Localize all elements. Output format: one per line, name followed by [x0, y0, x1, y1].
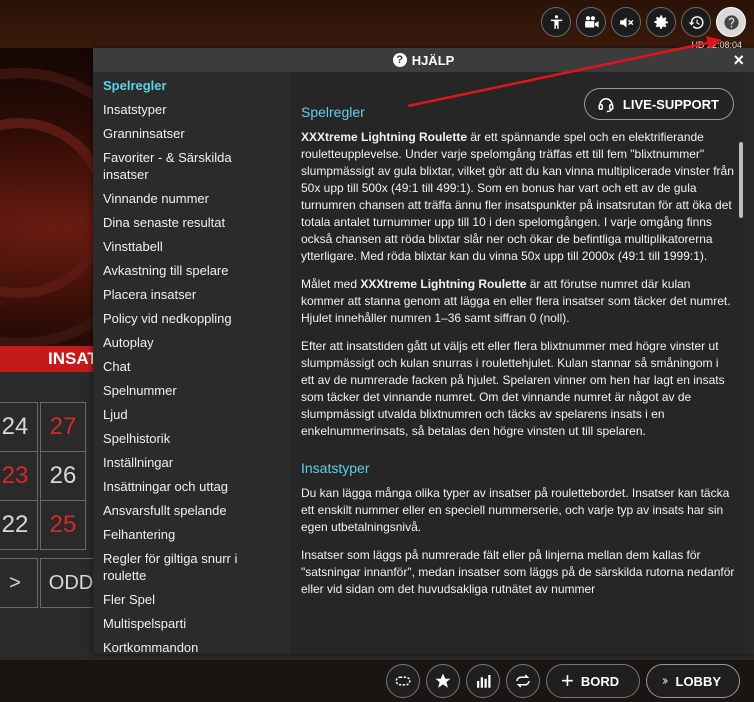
help-nav-item[interactable]: Vinsttabell — [93, 238, 290, 255]
settings-button[interactable] — [646, 7, 676, 37]
accessibility-icon — [550, 14, 562, 29]
help-nav-item[interactable]: Spelhistorik — [93, 430, 290, 447]
bet-types-paragraph: Du kan lägga många olika typer av insats… — [301, 486, 730, 534]
lobby-chevron-icon — [662, 678, 668, 684]
lobby-button[interactable]: LOBBY — [646, 664, 740, 698]
help-panel-title: HJÄLP — [411, 52, 455, 68]
help-panel-header: ? HJÄLP × — [93, 48, 754, 72]
goal-prefix: Målet med — [301, 277, 361, 291]
favourite-star-icon — [435, 673, 451, 688]
clock: HD 22:08:04 — [691, 40, 742, 50]
help-nav-item[interactable]: Fler Spel — [93, 591, 290, 608]
help-nav-item[interactable]: Regler för giltiga snurr i roulette — [93, 550, 290, 584]
repeat-button[interactable] — [506, 664, 540, 698]
gear-icon — [653, 14, 668, 29]
chip-button[interactable] — [386, 664, 420, 698]
clock-time: 22:08:04 — [706, 40, 742, 50]
section-title-bet-types: Insatstyper — [301, 460, 370, 476]
spin-paragraph: Efter att insatstiden gått ut väljs ett … — [301, 339, 725, 438]
chip-stack-icon — [395, 676, 411, 686]
help-nav-item[interactable]: Spelnummer — [93, 382, 290, 399]
help-title-icon: ? — [392, 53, 407, 67]
video-camera-icon — [584, 15, 599, 27]
help-nav-item[interactable]: Favoriter - & Särskilda insatser — [93, 149, 290, 183]
statistics-icon — [477, 675, 491, 688]
close-icon[interactable]: × — [733, 50, 744, 70]
help-nav-item[interactable]: Ansvarsfullt spelande — [93, 502, 290, 519]
help-icon — [723, 14, 739, 30]
rules-text: är ett spännande spel och en elektrifier… — [301, 130, 734, 263]
help-nav-item[interactable]: Granninsatser — [93, 125, 290, 142]
table-number: 23 — [0, 451, 38, 501]
help-nav-item[interactable]: Vinnande nummer — [93, 190, 290, 207]
table-number: 27 — [40, 402, 86, 452]
help-nav-item[interactable]: Dina senaste resultat — [93, 214, 290, 231]
table-number: 22 — [0, 500, 38, 550]
help-nav: Spelregler Insatstyper Granninsatser Favori… — [93, 72, 290, 654]
goal-paragraph: Målet med XXXtreme Lightning Roulette är… — [301, 276, 735, 327]
help-nav-item[interactable]: Spelregler — [93, 77, 290, 94]
help-nav-item[interactable]: Autoplay — [93, 334, 290, 351]
hd-label: HD — [691, 40, 705, 50]
help-nav-item[interactable]: Inställningar — [93, 454, 290, 471]
game-name: XXXtreme Lightning Roulette — [301, 130, 468, 144]
headset-icon — [598, 98, 614, 113]
history-button[interactable] — [681, 7, 711, 37]
help-button[interactable] — [716, 7, 746, 37]
help-nav-item[interactable]: Multispelsparti — [93, 615, 290, 632]
accessibility-button[interactable] — [541, 7, 571, 37]
live-support-label: LIVE-SUPPORT — [622, 96, 719, 112]
table-number: 25 — [40, 500, 86, 550]
rules-paragraph: XXXtreme Lightning Roulette är ett spänn… — [301, 129, 735, 265]
table-number: 26 — [40, 451, 86, 501]
history-icon — [688, 15, 704, 29]
help-nav-item[interactable]: Kortkommandon — [93, 639, 290, 654]
help-content[interactable]: Spelregler XXXtreme Lightning Roulette ä… — [290, 72, 745, 654]
top-toolbar — [541, 7, 746, 37]
table-button-label: BORD — [580, 673, 620, 689]
help-panel: ? HJÄLP × Spelregler Insatstyper Granninsa… — [93, 48, 754, 654]
table-button[interactable]: + BORD — [546, 664, 640, 698]
content-scrollbar[interactable] — [739, 142, 743, 218]
video-button[interactable] — [576, 7, 606, 37]
live-support-button[interactable]: LIVE-SUPPORT — [583, 88, 734, 120]
statistics-button[interactable] — [466, 664, 500, 698]
plus-icon: + — [561, 668, 574, 693]
sound-button[interactable] — [611, 7, 641, 37]
sound-muted-icon — [619, 17, 633, 27]
inside-bets-paragraph: Insatser som läggs på numrerade fält ell… — [301, 548, 735, 596]
favourites-button[interactable] — [426, 664, 460, 698]
bottom-bar: + BORD LOBBY — [386, 664, 740, 698]
help-nav-item[interactable]: Felhantering — [93, 526, 290, 543]
help-nav-item[interactable]: Insatstyper — [93, 101, 290, 118]
help-nav-item[interactable]: Policy vid nedkoppling — [93, 310, 290, 327]
help-nav-item[interactable]: Insättningar och uttag — [93, 478, 290, 495]
help-nav-item[interactable]: Chat — [93, 358, 290, 375]
table-arrow: > — [0, 558, 38, 608]
help-nav-item[interactable]: Placera insatser — [93, 286, 290, 303]
game-name: XXXtreme Lightning Roulette — [360, 277, 527, 291]
help-nav-item[interactable]: Ljud — [93, 406, 290, 423]
table-number: 24 — [0, 402, 38, 452]
help-nav-item[interactable]: Avkastning till spelare — [93, 262, 290, 279]
lobby-button-label: LOBBY — [675, 673, 722, 689]
repeat-icon — [516, 674, 530, 688]
